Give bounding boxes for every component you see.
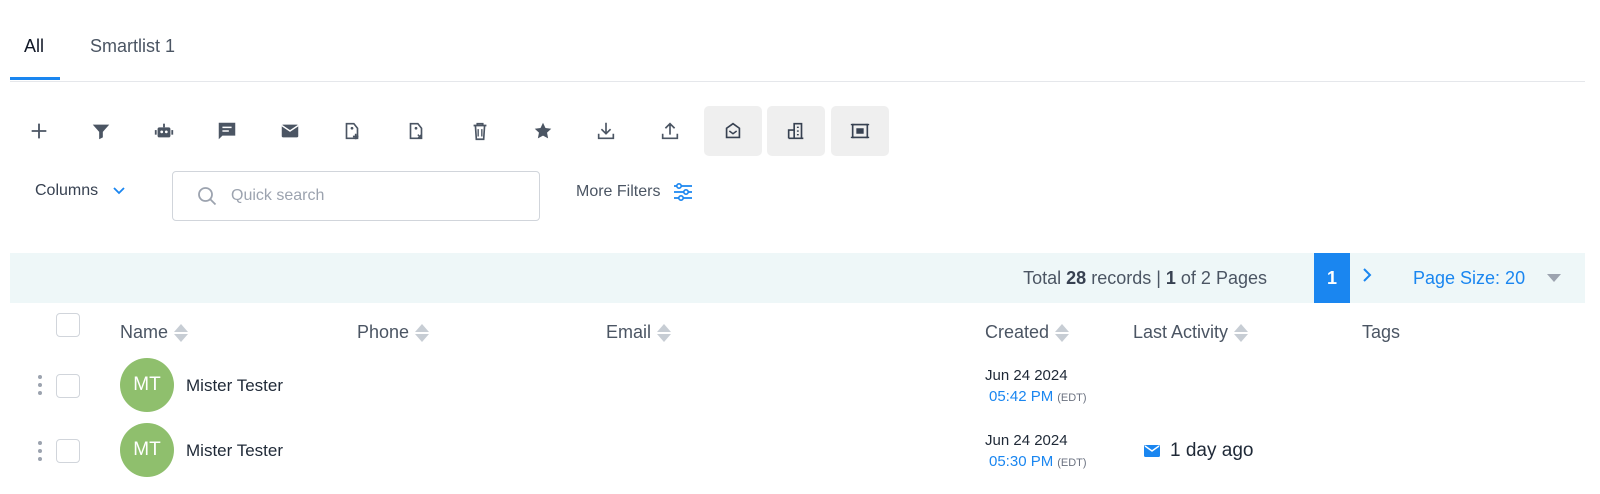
favorite-button[interactable]	[514, 106, 572, 156]
tags-header-label: Tags	[1362, 322, 1401, 342]
last-activity: 1 day ago	[1144, 440, 1253, 462]
email-header-label: Email	[606, 322, 652, 342]
merge-contacts-button[interactable]	[831, 106, 889, 156]
add-contact-button[interactable]	[10, 106, 68, 156]
company-button[interactable]	[767, 106, 825, 156]
avatar: MT	[120, 423, 174, 477]
avatar: MT	[120, 358, 174, 412]
sort-icon	[1055, 323, 1070, 342]
next-page-button[interactable]	[1361, 266, 1373, 290]
created-date: Jun 24 2024	[985, 432, 1068, 449]
company-icon	[787, 122, 804, 140]
timezone-label: (EDT)	[1057, 457, 1087, 469]
mailbox-button[interactable]	[704, 106, 762, 156]
created-time-value: 05:42 PM	[989, 388, 1054, 405]
star-icon	[534, 122, 552, 139]
total-records-text: Total 28 records | 1 of 2 Pages	[1023, 268, 1267, 289]
export-button[interactable]	[577, 106, 635, 156]
send-email-button[interactable]	[261, 106, 319, 156]
add-tag-button[interactable]	[323, 106, 381, 156]
row-menu-handle[interactable]	[37, 441, 43, 461]
column-header-created[interactable]: Created	[985, 322, 1070, 343]
tab-all[interactable]: All	[24, 36, 44, 57]
quick-search	[172, 171, 540, 221]
created-time: 05:30 PM (EDT)	[989, 453, 1087, 470]
total-prefix: Total	[1023, 268, 1067, 288]
tab-bar: All Smartlist 1	[10, 0, 1585, 82]
columns-label: Columns	[35, 182, 99, 199]
sort-icon	[1234, 323, 1249, 342]
column-header-tags: Tags	[1362, 322, 1400, 343]
mailbox-icon	[725, 122, 741, 139]
tab-smartlist-1[interactable]: Smartlist 1	[90, 36, 175, 57]
email-icon	[1144, 445, 1160, 457]
send-sms-button[interactable]	[198, 106, 256, 156]
row-menu-handle[interactable]	[37, 375, 43, 395]
chevron-down-icon	[113, 187, 125, 195]
filter-icon	[92, 124, 110, 140]
total-records-label: records |	[1086, 268, 1166, 288]
timezone-label: (EDT)	[1057, 392, 1087, 404]
contact-name[interactable]: Mister Tester	[186, 376, 283, 396]
current-page-number: 1	[1165, 268, 1176, 288]
last-activity-header-label: Last Activity	[1133, 322, 1229, 342]
caret-down-icon[interactable]	[1547, 274, 1561, 282]
phone-header-label: Phone	[357, 322, 410, 342]
automation-button[interactable]	[135, 106, 193, 156]
upload-icon	[661, 122, 679, 140]
column-header-name[interactable]: Name	[120, 322, 189, 343]
remove-tag-icon	[409, 122, 423, 140]
page-1-button[interactable]: 1	[1314, 253, 1350, 303]
created-time: 05:42 PM (EDT)	[989, 388, 1087, 405]
import-button[interactable]	[641, 106, 699, 156]
more-filters-button[interactable]: More Filters	[576, 182, 694, 202]
pagination-bar: Total 28 records | 1 of 2 Pages 1 Page S…	[10, 253, 1585, 303]
sort-icon	[657, 323, 672, 342]
created-time-value: 05:30 PM	[989, 453, 1054, 470]
name-header-label: Name	[120, 322, 169, 342]
delete-icon	[473, 122, 487, 141]
sliders-icon	[674, 182, 693, 202]
email-icon	[281, 124, 299, 138]
row-checkbox[interactable]	[56, 374, 80, 398]
page-size-selector[interactable]: Page Size: 20	[1413, 268, 1525, 289]
sort-icon	[174, 323, 189, 342]
created-header-label: Created	[985, 322, 1050, 342]
total-count: 28	[1066, 268, 1087, 288]
row-checkbox[interactable]	[56, 439, 80, 463]
message-icon	[218, 122, 236, 140]
add-icon	[31, 123, 47, 139]
created-date: Jun 24 2024	[985, 367, 1068, 384]
more-filters-label: More Filters	[576, 183, 661, 200]
robot-icon	[154, 123, 174, 138]
column-header-phone[interactable]: Phone	[357, 322, 430, 343]
select-all-checkbox[interactable]	[56, 313, 80, 337]
merge-icon	[850, 123, 870, 139]
search-icon	[198, 187, 217, 206]
download-icon	[597, 122, 615, 140]
sort-icon	[415, 323, 430, 342]
columns-dropdown[interactable]: Columns	[35, 182, 126, 200]
active-tab-indicator	[10, 77, 60, 80]
action-toolbar	[10, 106, 910, 156]
remove-tag-button[interactable]	[387, 106, 445, 156]
contact-name[interactable]: Mister Tester	[186, 441, 283, 461]
column-header-last-activity[interactable]: Last Activity	[1133, 322, 1249, 343]
add-tag-icon	[345, 122, 359, 140]
quick-search-input[interactable]	[231, 187, 511, 205]
chevron-right-icon	[1363, 268, 1372, 282]
delete-button[interactable]	[451, 106, 509, 156]
filter-button[interactable]	[72, 106, 130, 156]
page-count-label: of 2 Pages	[1175, 268, 1267, 288]
last-activity-text: 1 day ago	[1170, 440, 1254, 461]
column-header-email[interactable]: Email	[606, 322, 672, 343]
